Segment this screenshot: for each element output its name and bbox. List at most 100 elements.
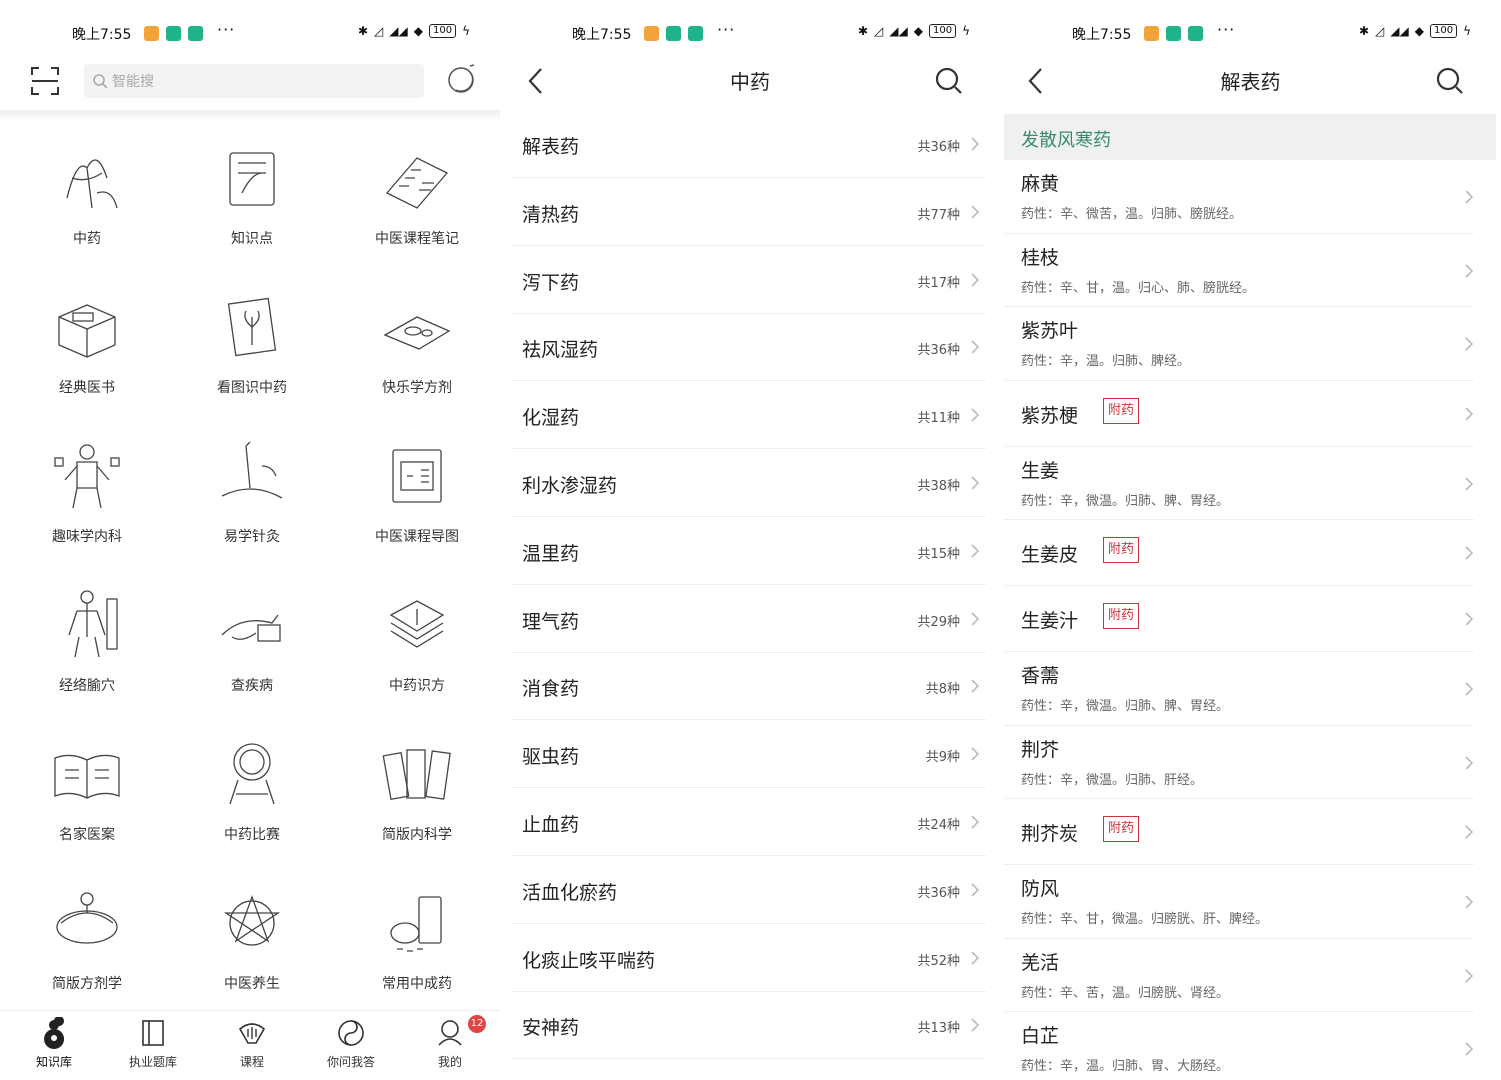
category-row[interactable]: 泻下药 共17种 [512, 246, 986, 314]
feature-tile[interactable]: 中医养生 [169, 875, 335, 1024]
chevron-right-icon [970, 1017, 980, 1033]
feature-tile[interactable]: 经络腧穴 [4, 577, 170, 726]
book-case-illustration-icon [58, 304, 116, 358]
wifi-icon: ◆ [1414, 24, 1424, 38]
feature-tile[interactable]: 中医课程导图 [334, 428, 500, 577]
feature-tile[interactable]: 趣味学内科 [4, 428, 170, 577]
category-row[interactable]: 利水渗湿药 共38种 [512, 449, 986, 517]
category-count: 共36种 [917, 140, 960, 155]
feature-tile[interactable]: 名家医案 [4, 726, 170, 875]
herb-row[interactable]: 紫苏叶 药性：辛，温。归肺、脾经。 [1004, 307, 1474, 381]
status-time: 晚上7:55 [1072, 27, 1132, 43]
tab-label: 课程 [239, 1055, 264, 1069]
feature-tile[interactable]: 常用中成药 [334, 875, 500, 1024]
herb-name: 麻黄 [1021, 173, 1060, 195]
feature-tile[interactable]: 经典医书 [4, 279, 170, 428]
herb-row[interactable]: 荆芥 药性：辛，微温。归肺、肝经。 [1004, 726, 1474, 799]
feature-tile[interactable]: 查疾病 [169, 577, 335, 726]
chevron-right-icon [1464, 968, 1474, 984]
night-mode-icon[interactable] [446, 64, 476, 94]
herb-row[interactable]: 桂枝 药性：辛、甘，温。归心、肺、膀胱经。 [1004, 234, 1474, 307]
category-name: 化痰止咳平喘药 [522, 949, 656, 972]
category-row[interactable]: 祛风湿药 共36种 [512, 313, 986, 382]
feature-tile[interactable]: 易学针灸 [169, 428, 335, 577]
herb-row[interactable]: 生姜汁 附药 [1004, 586, 1474, 652]
feature-tile[interactable]: 中药比赛 [169, 726, 335, 875]
category-name: 活血化瘀药 [522, 881, 618, 904]
herb-name: 荆芥炭 [1021, 823, 1079, 845]
category-row[interactable]: 安神药 共13种 [512, 991, 986, 1060]
chevron-right-icon [970, 950, 980, 966]
tab-gourd[interactable]: 知识库 [14, 1017, 94, 1070]
yinyang-icon [338, 1020, 364, 1046]
category-row[interactable]: 清热药 共77种 [512, 178, 986, 246]
category-row[interactable]: 活血化瘀药 共36种 [512, 856, 986, 924]
herb-row[interactable]: 生姜皮 附药 [1004, 520, 1474, 586]
category-row[interactable]: 止血药 共24种 [512, 788, 986, 856]
appendix-tag: 附药 [1103, 397, 1140, 424]
category-name: 化湿药 [522, 407, 580, 430]
more-notifications-icon: ··· [217, 20, 236, 39]
nav-bar: 中药 [500, 60, 1000, 104]
category-row[interactable]: 消食药 共8种 [512, 652, 986, 721]
herb-name: 白芷 [1021, 1025, 1060, 1047]
feature-tile[interactable]: 知识点 [169, 130, 335, 279]
feature-tile-label: 快乐学方剂 [382, 380, 452, 396]
scan-icon[interactable] [30, 66, 60, 96]
book-icon [142, 1020, 164, 1046]
chevron-right-icon [970, 611, 980, 627]
herb-row[interactable]: 麻黄 药性：辛、微苦，温。归肺、膀胱经。 [1004, 160, 1474, 234]
feature-tile[interactable]: 简版方剂学 [4, 875, 170, 1024]
herb-row[interactable]: 白芷 药性：辛，温。归肺、胃、大肠经。 [1004, 1012, 1474, 1080]
category-row[interactable]: 化湿药 共11种 [512, 381, 986, 450]
feature-tile[interactable]: 中药识方 [334, 577, 500, 726]
status-time: 晚上7:55 [72, 27, 132, 43]
herb-name: 桂枝 [1021, 246, 1060, 269]
charging-icon: ϟ [962, 24, 970, 38]
herb-category-screen: 晚上7:55 ··· ✱ ◿ ◢◢ ◆ 100 ϟ 中药 解表药 共36种 清热药共… [500, 0, 1000, 1080]
feature-tile[interactable]: 快乐学方剂 [334, 279, 500, 428]
category-count: 共15种 [917, 546, 960, 562]
category-count: 共24种 [917, 818, 960, 833]
category-row[interactable]: 化痰止咳平喘药 共52种 [512, 924, 986, 992]
search-icon[interactable] [934, 66, 964, 96]
system-icons: ✱ ◿ ◢◢ ◆ 100 ϟ [858, 24, 970, 38]
status-bar: 晚上7:55 ··· ✱ ◿ ◢◢ ◆ 100 ϟ [1000, 18, 1501, 48]
herb-row[interactable]: 生姜 药性：辛，微温。归肺、脾、胃经。 [1004, 447, 1474, 520]
category-row[interactable]: 理气药 共29种 [512, 585, 986, 653]
app-notification-icon [188, 26, 203, 41]
feature-tile-label: 经络腧穴 [59, 678, 115, 694]
charging-icon: ϟ [462, 24, 470, 38]
herb-row[interactable]: 防风 药性：辛、甘，微温。归膀胱、肝、脾经。 [1004, 865, 1474, 939]
herb-row[interactable]: 紫苏梗 附药 [1004, 381, 1474, 447]
section-header: 发散风寒药 [1004, 114, 1496, 160]
search-input[interactable]: 智能搜 [84, 64, 424, 98]
herb-row[interactable]: 荆芥炭 附药 [1004, 799, 1474, 865]
chevron-right-icon [1464, 681, 1474, 697]
notification-icons [144, 26, 203, 41]
search-icon[interactable] [1435, 66, 1465, 96]
mute-icon: ◿ [1375, 24, 1385, 38]
category-row[interactable]: 解表药 共36种 [512, 110, 986, 178]
feature-tile[interactable]: 中药 [4, 130, 170, 279]
feature-tile-label: 中医课程笔记 [375, 231, 459, 247]
category-name: 解表药 [522, 136, 580, 158]
feature-tile[interactable]: 看图识中药 [169, 279, 335, 428]
category-row[interactable]: 驱虫药 共9种 [512, 720, 986, 789]
category-row[interactable]: 温里药 共15种 [512, 517, 986, 585]
herb-name: 香薷 [1021, 665, 1060, 687]
category-count: 共11种 [917, 411, 960, 427]
acupuncture-illustration-icon [221, 441, 283, 499]
home-header: 智能搜 [0, 60, 500, 104]
herb-property: 药性：辛，温。归肺、脾经。 [1021, 354, 1191, 369]
tab-fan[interactable]: 课程 [212, 1017, 292, 1070]
tab-book[interactable]: 执业题库 [113, 1017, 193, 1070]
herb-property: 药性：辛，微温。归肺、脾、胃经。 [1021, 699, 1230, 714]
tab-yinyang[interactable]: 你问我答 [311, 1017, 391, 1070]
herb-property: 药性：辛、甘，微温。归膀胱、肝、脾经。 [1021, 912, 1269, 927]
herb-row[interactable]: 羌活 药性：辛、苦，温。归膀胱、肾经。 [1004, 939, 1474, 1012]
medicine-jar-illustration-icon [390, 896, 442, 952]
herb-row[interactable]: 香薷药性：辛，微温。归肺、脾、胃经。 [1004, 652, 1474, 726]
feature-tile[interactable]: 简版内科学 [334, 726, 500, 875]
feature-tile[interactable]: 中医课程笔记 [334, 130, 500, 279]
